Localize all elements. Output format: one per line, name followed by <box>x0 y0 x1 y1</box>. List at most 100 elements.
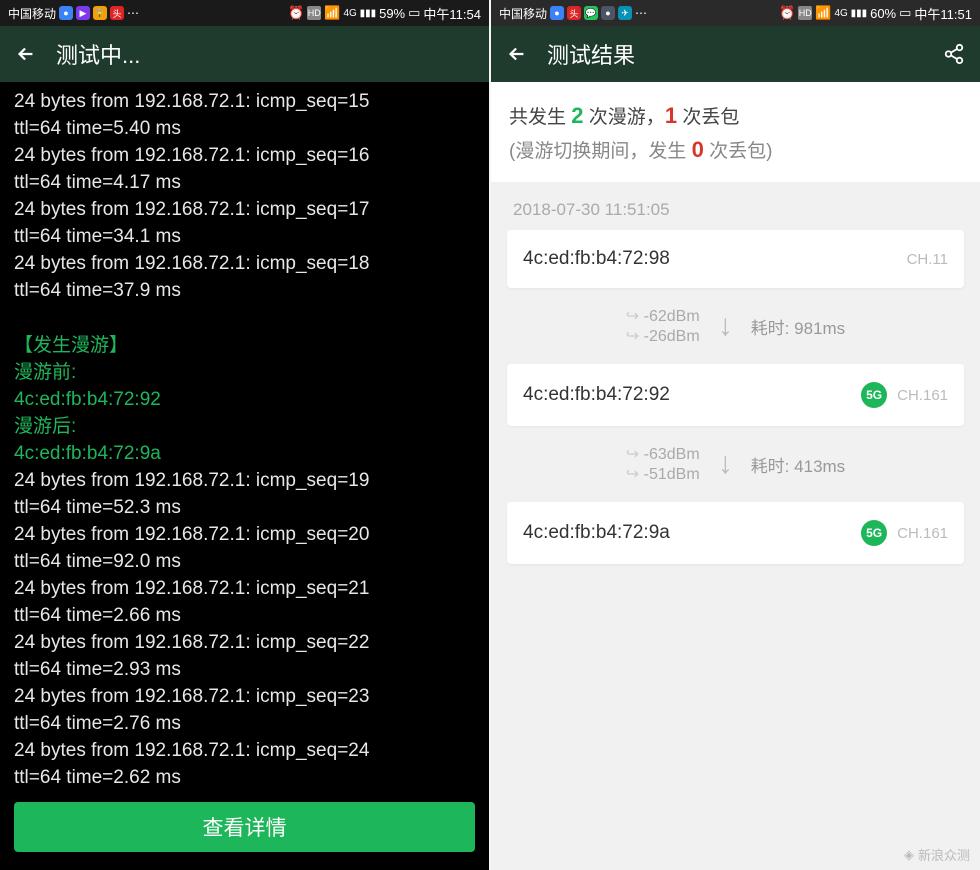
time-value: 981ms <box>794 319 845 338</box>
bssid-mac: 4c:ed:fb:b4:72:9a <box>523 522 670 544</box>
results-body[interactable]: 共发生 2 次漫游，1 次丢包 (漫游切换期间，发生 0 次丢包) 2018-0… <box>491 82 980 870</box>
app-icon: ● <box>601 6 615 20</box>
summary-text: 共发生 <box>509 107 571 128</box>
switch-loss-count: 0 <box>692 137 704 162</box>
network-icon: 4G ▮▮▮ <box>343 8 376 19</box>
network-icon: 4G ▮▮▮ <box>834 8 867 19</box>
arrow-down-icon: ↓ <box>718 447 733 481</box>
watermark-text: 新浪众测 <box>918 845 970 864</box>
hd-icon: HD <box>798 6 812 20</box>
ping-line: ttl=64 time=5.40 ms <box>14 115 475 142</box>
more-icon: ⋯ <box>127 6 139 20</box>
app-icon: 头 <box>567 6 581 20</box>
app-icon: 🔒 <box>93 6 107 20</box>
roam-event-header: 【发生漫游】 <box>14 332 475 359</box>
back-button[interactable] <box>505 42 529 66</box>
bssid-mac: 4c:ed:fb:b4:72:98 <box>523 248 670 270</box>
carrier-label: 中国移动 <box>8 5 56 22</box>
summary-text: 次漫游， <box>584 107 665 128</box>
ping-line: ttl=64 time=4.17 ms <box>14 169 475 196</box>
battery-icon: ▭ <box>408 5 420 21</box>
timestamp: 2018-07-30 11:51:05 <box>513 200 980 220</box>
bssid-mac: 4c:ed:fb:b4:72:92 <box>523 384 670 406</box>
app-icon: ● <box>59 6 73 20</box>
watermark-icon: ◈ <box>904 847 914 863</box>
ping-line: 24 bytes from 192.168.72.1: icmp_seq=17 <box>14 196 475 223</box>
from-dbm: -62dBm <box>626 306 700 326</box>
header-right: 测试结果 <box>491 26 980 82</box>
channel-label: CH.161 <box>897 525 948 542</box>
channel-label: CH.161 <box>897 387 948 404</box>
phone-right: 中国移动 ● 头 💬 ● ✈ ⋯ ⏰ HD 📶 4G ▮▮▮ 60% ▭ 中午1… <box>491 0 980 870</box>
ping-line: 24 bytes from 192.168.72.1: icmp_seq=23 <box>14 683 475 710</box>
ping-line: 24 bytes from 192.168.72.1: icmp_seq=21 <box>14 575 475 602</box>
phone-left: 中国移动 ● ▶ 🔒 头 ⋯ ⏰ HD 📶 4G ▮▮▮ 59% ▭ 中午11:… <box>0 0 489 870</box>
bssid-card[interactable]: 4c:ed:fb:b4:72:98 CH.11 <box>507 230 964 288</box>
time-label: 中午11:54 <box>423 4 481 23</box>
from-dbm: -63dBm <box>626 444 700 464</box>
roam-before-mac: 4c:ed:fb:b4:72:92 <box>14 386 475 413</box>
battery-text: 60% <box>870 6 896 21</box>
bssid-card[interactable]: 4c:ed:fb:b4:72:92 5G CH.161 <box>507 364 964 426</box>
app-icon: ▶ <box>76 6 90 20</box>
transition-row: -62dBm -26dBm ↓ 耗时: 981ms <box>491 288 980 364</box>
ping-line: ttl=64 time=2.76 ms <box>14 710 475 737</box>
page-title: 测试中... <box>56 38 140 70</box>
terminal-output[interactable]: 24 bytes from 192.168.72.1: icmp_seq=15 … <box>0 82 489 794</box>
ping-line: 24 bytes from 192.168.72.1: icmp_seq=24 <box>14 737 475 764</box>
ping-line: 24 bytes from 192.168.72.1: icmp_seq=19 <box>14 467 475 494</box>
battery-icon: ▭ <box>899 5 911 21</box>
roam-after-label: 漫游后: <box>14 413 475 440</box>
ping-line: 24 bytes from 192.168.72.1: icmp_seq=20 <box>14 521 475 548</box>
time-label: 耗时: <box>751 319 790 338</box>
back-button[interactable] <box>14 42 38 66</box>
ping-line: ttl=64 time=34.1 ms <box>14 223 475 250</box>
ping-line: ttl=64 time=37.9 ms <box>14 277 475 304</box>
hd-icon: HD <box>307 6 321 20</box>
summary-sub-text: 次丢包) <box>704 141 773 162</box>
alarm-icon: ⏰ <box>288 5 304 21</box>
ping-line: 24 bytes from 192.168.72.1: icmp_seq=16 <box>14 142 475 169</box>
to-dbm: -26dBm <box>626 326 700 346</box>
roam-after-mac: 4c:ed:fb:b4:72:9a <box>14 440 475 467</box>
ping-line: 24 bytes from 192.168.72.1: icmp_seq=18 <box>14 250 475 277</box>
summary-text: 次丢包 <box>677 107 739 128</box>
share-button[interactable] <box>942 42 966 66</box>
signal-icon: 📶 <box>324 5 340 21</box>
to-dbm: -51dBm <box>626 464 700 484</box>
app-icon: ● <box>550 6 564 20</box>
channel-label: CH.11 <box>907 251 948 268</box>
summary-sub-text: (漫游切换期间，发生 <box>509 141 692 162</box>
status-bar-right: 中国移动 ● 头 💬 ● ✈ ⋯ ⏰ HD 📶 4G ▮▮▮ 60% ▭ 中午1… <box>491 0 980 26</box>
signal-icon: 📶 <box>815 5 831 21</box>
carrier-label: 中国移动 <box>499 5 547 22</box>
band-5g-badge: 5G <box>861 382 887 408</box>
roam-count: 2 <box>571 103 583 128</box>
watermark: ◈ 新浪众测 <box>904 845 970 864</box>
view-details-button[interactable]: 查看详情 <box>14 802 475 852</box>
arrow-down-icon: ↓ <box>718 309 733 343</box>
app-icon: 头 <box>110 6 124 20</box>
more-icon: ⋯ <box>635 6 647 20</box>
ping-line: 24 bytes from 192.168.72.1: icmp_seq=15 <box>14 88 475 115</box>
app-icon: 💬 <box>584 6 598 20</box>
page-title: 测试结果 <box>547 38 635 70</box>
ping-line: ttl=64 time=2.66 ms <box>14 602 475 629</box>
loss-count: 1 <box>665 103 677 128</box>
header-left: 测试中... <box>0 26 489 82</box>
alarm-icon: ⏰ <box>779 5 795 21</box>
ping-line: 24 bytes from 192.168.72.1: icmp_seq=22 <box>14 629 475 656</box>
ping-line: ttl=64 time=52.3 ms <box>14 494 475 521</box>
status-bar-left: 中国移动 ● ▶ 🔒 头 ⋯ ⏰ HD 📶 4G ▮▮▮ 59% ▭ 中午11:… <box>0 0 489 26</box>
time-value: 413ms <box>794 457 845 476</box>
roam-before-label: 漫游前: <box>14 359 475 386</box>
ping-line: ttl=64 time=2.62 ms <box>14 764 475 791</box>
bssid-card[interactable]: 4c:ed:fb:b4:72:9a 5G CH.161 <box>507 502 964 564</box>
battery-text: 59% <box>379 6 405 21</box>
ping-line: ttl=64 time=2.93 ms <box>14 656 475 683</box>
time-label: 耗时: <box>751 457 790 476</box>
time-label: 中午11:51 <box>914 4 972 23</box>
app-icon: ✈ <box>618 6 632 20</box>
ping-line: ttl=64 time=92.0 ms <box>14 548 475 575</box>
transition-row: -63dBm -51dBm ↓ 耗时: 413ms <box>491 426 980 502</box>
